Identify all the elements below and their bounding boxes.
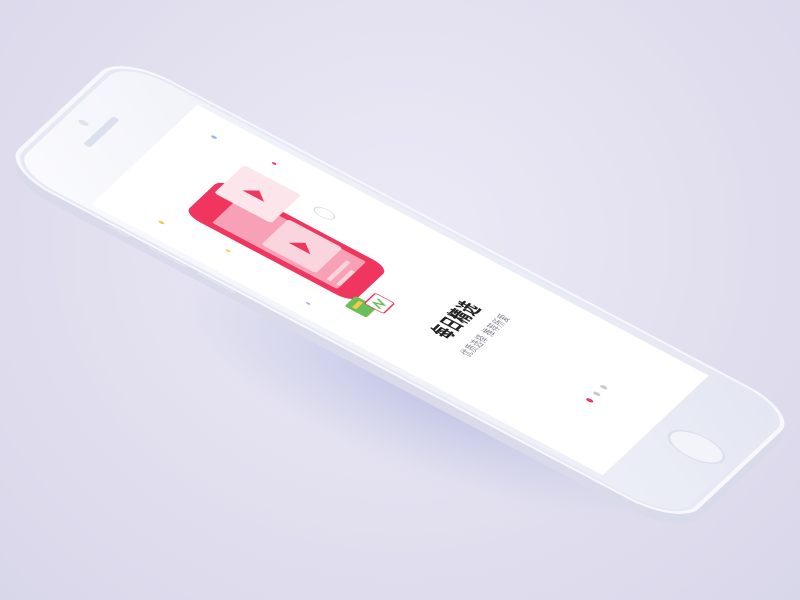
scene: 每日精选 优质选择 推荐所爱	[0, 0, 800, 600]
page-indicator[interactable]	[540, 342, 653, 445]
page-dot-3[interactable]	[598, 384, 609, 391]
app-screen[interactable]: 每日精选 优质选择 推荐所爱	[91, 104, 709, 476]
speaker-grille	[83, 116, 120, 148]
confetti-dot	[305, 301, 311, 306]
confetti-dot	[157, 220, 166, 225]
home-button[interactable]	[659, 423, 734, 471]
confetti-dot	[271, 161, 277, 166]
toggle-knob	[313, 206, 336, 220]
confetti-dot	[225, 248, 231, 253]
phone-device: 每日精选 优质选择 推荐所爱	[0, 53, 800, 527]
page-dot-1[interactable]	[584, 397, 595, 404]
confetti-dot	[210, 134, 218, 140]
onboarding-illustration	[188, 165, 395, 318]
page-dot-2[interactable]	[591, 391, 602, 398]
front-camera-icon	[77, 118, 91, 127]
